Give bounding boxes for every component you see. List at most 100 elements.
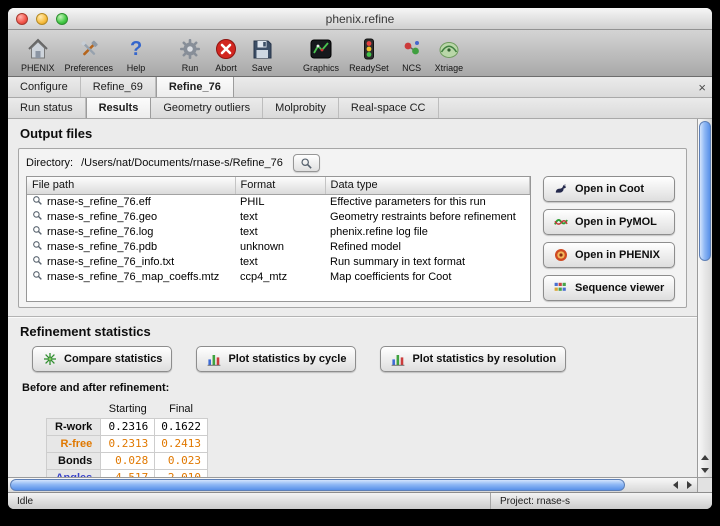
- directory-label: Directory:: [26, 157, 73, 169]
- toolbar-button-help[interactable]: ? Help: [118, 35, 154, 74]
- zoom-window-button[interactable]: [56, 13, 68, 25]
- horizontal-scrollbar-thumb[interactable]: [10, 479, 625, 491]
- column-header-data-type[interactable]: Data type: [325, 177, 530, 194]
- stats-row-rwork: R-work 0.2316 0.1622: [47, 418, 208, 435]
- toolbar: PHENIX Preferences ? Help Run Abort: [8, 30, 712, 77]
- document-tabs: Configure Refine_69 Refine_76 ×: [8, 77, 712, 98]
- stats-row-rfree: R-free 0.2313 0.2413: [47, 435, 208, 452]
- bar-chart-icon: [206, 351, 222, 367]
- project-status: Project: rnase-s: [490, 493, 712, 509]
- resize-corner[interactable]: [697, 478, 712, 492]
- file-row[interactable]: rnase-s_refine_76.log text phenix.refine…: [27, 224, 530, 239]
- ncs-icon: [399, 36, 425, 62]
- compare-statistics-button[interactable]: Compare statistics: [32, 346, 172, 372]
- subtab-geometry-outliers[interactable]: Geometry outliers: [151, 98, 263, 118]
- compare-statistics-icon: [42, 351, 58, 367]
- toolbar-button-readyset[interactable]: ReadySet: [344, 35, 394, 74]
- magnifier-icon: [32, 225, 43, 239]
- toolbar-button-preferences[interactable]: Preferences: [60, 35, 119, 74]
- readyset-traffic-light-icon: [356, 36, 382, 62]
- output-file-table: File path Format Data type rnase-s_refin…: [26, 176, 531, 302]
- scroll-down-arrow[interactable]: [698, 464, 712, 477]
- file-row[interactable]: rnase-s_refine_76_info.txt text Run summ…: [27, 254, 530, 269]
- subtab-molprobity[interactable]: Molprobity: [263, 98, 339, 118]
- file-row[interactable]: rnase-s_refine_76_map_coeffs.mtz ccp4_mt…: [27, 269, 530, 284]
- stats-header-starting: Starting: [101, 401, 155, 418]
- magnifier-icon: [32, 240, 43, 254]
- statistics-buttons: Compare statistics Plot statistics by cy…: [32, 346, 687, 372]
- file-row[interactable]: rnase-s_refine_76.geo text Geometry rest…: [27, 209, 530, 224]
- stats-row-angles: Angles 4.517 2.010: [47, 469, 208, 477]
- output-files-box: Directory: /Users/nat/Documents/rnase-s/…: [18, 148, 687, 308]
- file-row[interactable]: rnase-s_refine_76.pdb unknown Refined mo…: [27, 239, 530, 254]
- traffic-lights: [16, 13, 68, 25]
- run-gear-icon: [177, 36, 203, 62]
- toolbar-button-phenix[interactable]: PHENIX: [16, 35, 60, 74]
- close-window-button[interactable]: [16, 13, 28, 25]
- tab-refine-76[interactable]: Refine_76: [156, 77, 234, 97]
- search-icon: [300, 157, 313, 170]
- browse-directory-button[interactable]: [293, 154, 320, 172]
- abort-icon: [213, 36, 239, 62]
- section-divider: [8, 316, 697, 318]
- graphics-icon: [308, 36, 334, 62]
- sequence-viewer-icon: [553, 280, 569, 296]
- horizontal-scrollbar[interactable]: [8, 477, 712, 492]
- refinement-statistics-heading: Refinement statistics: [20, 324, 687, 339]
- window-title: phenix.refine: [326, 12, 395, 26]
- close-tab-icon[interactable]: ×: [698, 77, 706, 97]
- open-in-buttons: Open in Coot Open in PyMOL Open in PHENI…: [543, 176, 675, 301]
- refinement-stats-table: Starting Final R-work 0.2316 0.1622 R-fr…: [46, 401, 208, 477]
- titlebar[interactable]: phenix.refine: [8, 8, 712, 30]
- result-subtabs: Run status Results Geometry outliers Mol…: [8, 98, 712, 119]
- results-panel: Output files Directory: /Users/nat/Docum…: [8, 119, 697, 477]
- xtriage-icon: [436, 36, 462, 62]
- stats-row-bonds: Bonds 0.028 0.023: [47, 452, 208, 469]
- sequence-viewer-button[interactable]: Sequence viewer: [543, 275, 675, 301]
- before-after-label: Before and after refinement:: [22, 382, 687, 394]
- magnifier-icon: [32, 255, 43, 269]
- tab-refine-69[interactable]: Refine_69: [81, 77, 156, 97]
- status-bar: Idle Project: rnase-s: [8, 492, 712, 509]
- scroll-left-arrow[interactable]: [668, 478, 682, 492]
- phenix-home-icon: [25, 36, 51, 62]
- toolbar-button-save[interactable]: Save: [244, 35, 280, 74]
- stats-header-final: Final: [155, 401, 208, 418]
- vertical-scrollbar[interactable]: [697, 119, 712, 477]
- stats-corner-cell: [47, 401, 101, 418]
- minimize-window-button[interactable]: [36, 13, 48, 25]
- coot-bird-icon: [553, 181, 569, 197]
- column-header-file-path[interactable]: File path: [27, 177, 235, 194]
- status-text: Idle: [8, 496, 490, 507]
- pymol-icon: [553, 214, 569, 230]
- subtab-run-status[interactable]: Run status: [8, 98, 86, 118]
- magnifier-icon: [32, 210, 43, 224]
- save-floppy-icon: [249, 36, 275, 62]
- output-files-heading: Output files: [20, 126, 687, 141]
- tab-configure[interactable]: Configure: [8, 77, 81, 97]
- open-in-coot-button[interactable]: Open in Coot: [543, 176, 675, 202]
- open-in-pymol-button[interactable]: Open in PyMOL: [543, 209, 675, 235]
- toolbar-button-xtriage[interactable]: Xtriage: [430, 35, 469, 74]
- bar-chart-icon: [390, 351, 406, 367]
- scroll-right-arrow[interactable]: [682, 478, 696, 492]
- file-row[interactable]: rnase-s_refine_76.eff PHIL Effective par…: [27, 194, 530, 209]
- directory-value: /Users/nat/Documents/rnase-s/Refine_76: [81, 157, 283, 169]
- plot-statistics-by-cycle-button[interactable]: Plot statistics by cycle: [196, 346, 356, 372]
- phenix-circle-icon: [553, 247, 569, 263]
- help-icon: ?: [123, 36, 149, 62]
- column-header-format[interactable]: Format: [235, 177, 325, 194]
- toolbar-button-abort[interactable]: Abort: [208, 35, 244, 74]
- toolbar-button-run[interactable]: Run: [172, 35, 208, 74]
- app-window: phenix.refine PHENIX Preferences ? Help …: [8, 8, 712, 509]
- preferences-tools-icon: [76, 36, 102, 62]
- toolbar-button-ncs[interactable]: NCS: [394, 35, 430, 74]
- magnifier-icon: [32, 270, 43, 284]
- plot-statistics-by-resolution-button[interactable]: Plot statistics by resolution: [380, 346, 566, 372]
- toolbar-button-graphics[interactable]: Graphics: [298, 35, 344, 74]
- open-in-phenix-button[interactable]: Open in PHENIX: [543, 242, 675, 268]
- vertical-scrollbar-thumb[interactable]: [699, 121, 711, 261]
- scroll-up-arrow[interactable]: [698, 451, 712, 464]
- subtab-real-space-cc[interactable]: Real-space CC: [339, 98, 439, 118]
- subtab-results[interactable]: Results: [86, 98, 152, 118]
